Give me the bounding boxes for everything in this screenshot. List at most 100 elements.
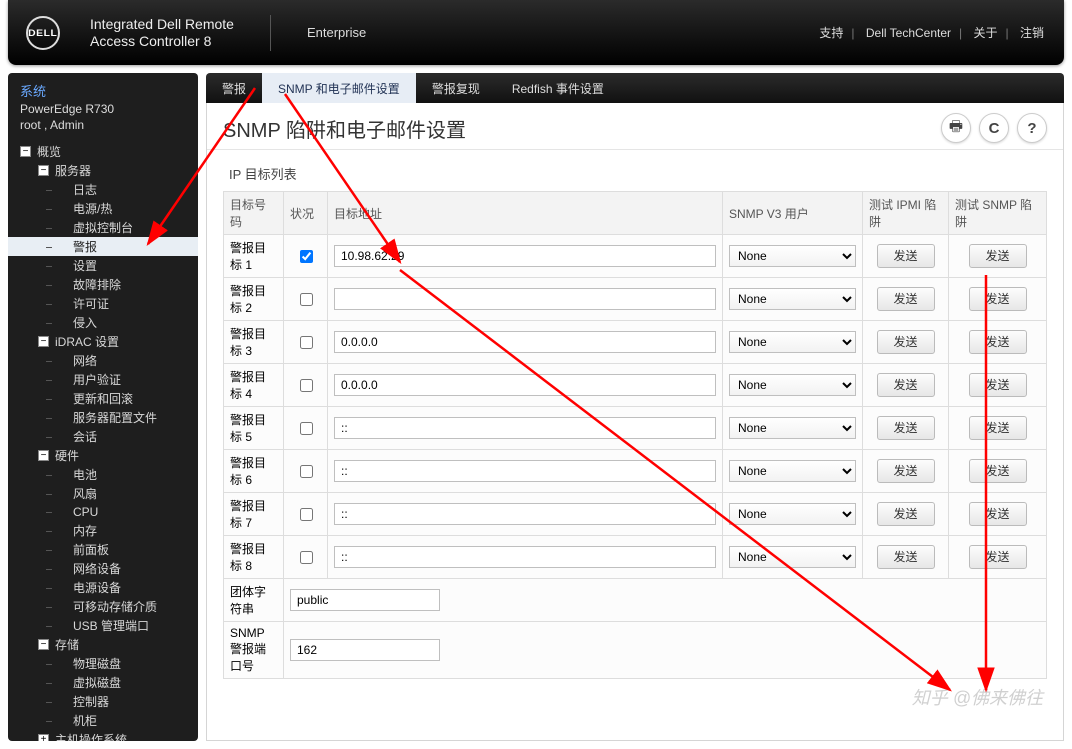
dest-address-input[interactable]	[334, 331, 716, 353]
tree-toggle-icon[interactable]: −	[20, 146, 31, 157]
refresh-button[interactable]: C	[979, 113, 1009, 143]
nav-会话[interactable]: 会话	[8, 427, 198, 446]
nav-许可证[interactable]: 许可证	[8, 294, 198, 313]
dest-address-input[interactable]	[334, 546, 716, 568]
test-ipmi-button[interactable]: 发送	[877, 416, 935, 440]
test-ipmi-button[interactable]: 发送	[877, 373, 935, 397]
tree-toggle-icon[interactable]: −	[38, 336, 49, 347]
snmp-user-select[interactable]: None	[729, 374, 856, 396]
nav-label: 故障排除	[73, 276, 121, 293]
test-ipmi-button[interactable]: 发送	[877, 244, 935, 268]
nav-机柜[interactable]: 机柜	[8, 711, 198, 730]
nav-电源/热[interactable]: 电源/热	[8, 199, 198, 218]
test-ipmi-button[interactable]: 发送	[877, 459, 935, 483]
nav-用户验证[interactable]: 用户验证	[8, 370, 198, 389]
dest-enable-checkbox[interactable]	[300, 336, 313, 349]
link-techcenter[interactable]: Dell TechCenter	[866, 26, 951, 40]
dest-address-input[interactable]	[334, 503, 716, 525]
nav-label: 会话	[73, 428, 97, 445]
link-support[interactable]: 支持	[819, 26, 843, 40]
tab-Redfish 事件设置[interactable]: Redfish 事件设置	[496, 73, 620, 103]
dest-row-3: 警报目标 3None发送发送	[224, 321, 1047, 364]
nav-CPU[interactable]: CPU	[8, 503, 198, 521]
dest-row-4: 警报目标 4 None 发送 发送	[224, 364, 1047, 407]
dest-name: 警报目标 4	[224, 364, 284, 407]
nav-电源设备[interactable]: 电源设备	[8, 578, 198, 597]
nav-故障排除[interactable]: 故障排除	[8, 275, 198, 294]
nav-硬件[interactable]: −硬件	[8, 446, 198, 465]
nav-警报[interactable]: 警报	[8, 237, 198, 256]
test-ipmi-button[interactable]: 发送	[877, 502, 935, 526]
nav-网络[interactable]: 网络	[8, 351, 198, 370]
help-button[interactable]: ?	[1017, 113, 1047, 143]
tree-toggle-icon[interactable]: −	[38, 165, 49, 176]
dest-address-input[interactable]	[334, 374, 716, 396]
nav-iDRAC 设置[interactable]: −iDRAC 设置	[8, 332, 198, 351]
nav-前面板[interactable]: 前面板	[8, 540, 198, 559]
test-ipmi-button[interactable]: 发送	[877, 287, 935, 311]
nav-存储[interactable]: −存储	[8, 635, 198, 654]
sidebar-system-label: 系统	[20, 81, 188, 100]
tab-SNMP 和电子邮件设置[interactable]: SNMP 和电子邮件设置	[262, 73, 416, 103]
test-snmp-button[interactable]: 发送	[969, 287, 1027, 311]
dest-address-input[interactable]	[334, 245, 716, 267]
dest-enable-checkbox[interactable]	[300, 422, 313, 435]
dest-enable-checkbox[interactable]	[300, 293, 313, 306]
snmp-user-select[interactable]: None	[729, 245, 856, 267]
test-snmp-button[interactable]: 发送	[969, 545, 1027, 569]
test-snmp-button[interactable]: 发送	[969, 502, 1027, 526]
community-string-input[interactable]	[290, 589, 440, 611]
tree-toggle-icon[interactable]: +	[38, 734, 49, 741]
nav-日志[interactable]: 日志	[8, 180, 198, 199]
dest-address-input[interactable]	[334, 417, 716, 439]
dest-address-input[interactable]	[334, 288, 716, 310]
test-snmp-button[interactable]: 发送	[969, 330, 1027, 354]
test-snmp-button[interactable]: 发送	[969, 373, 1027, 397]
snmp-user-select[interactable]: None	[729, 417, 856, 439]
snmp-user-select[interactable]: None	[729, 331, 856, 353]
tab-警报[interactable]: 警报	[206, 73, 262, 103]
nav-服务器配置文件[interactable]: 服务器配置文件	[8, 408, 198, 427]
snmp-user-select[interactable]: None	[729, 503, 856, 525]
nav-服务器[interactable]: −服务器	[8, 161, 198, 180]
snmp-port-input[interactable]	[290, 639, 440, 661]
tree-toggle-icon[interactable]: −	[38, 639, 49, 650]
dest-row-6: 警报目标 6None发送发送	[224, 450, 1047, 493]
snmp-user-select[interactable]: None	[729, 546, 856, 568]
nav-电池[interactable]: 电池	[8, 465, 198, 484]
nav-侵入[interactable]: 侵入	[8, 313, 198, 332]
dest-address-input[interactable]	[334, 460, 716, 482]
nav-网络设备[interactable]: 网络设备	[8, 559, 198, 578]
test-ipmi-button[interactable]: 发送	[877, 545, 935, 569]
nav-控制器[interactable]: 控制器	[8, 692, 198, 711]
snmp-user-select[interactable]: None	[729, 460, 856, 482]
test-snmp-button[interactable]: 发送	[969, 244, 1027, 268]
test-snmp-button[interactable]: 发送	[969, 416, 1027, 440]
test-ipmi-button[interactable]: 发送	[877, 330, 935, 354]
dest-enable-checkbox[interactable]	[300, 508, 313, 521]
link-about[interactable]: 关于	[974, 26, 998, 40]
nav-虚拟磁盘[interactable]: 虚拟磁盘	[8, 673, 198, 692]
nav-可移动存储介质[interactable]: 可移动存储介质	[8, 597, 198, 616]
nav-label: 网络	[73, 352, 97, 369]
tab-警报复现[interactable]: 警报复现	[416, 73, 496, 103]
dest-enable-checkbox[interactable]	[300, 551, 313, 564]
nav-更新和回滚[interactable]: 更新和回滚	[8, 389, 198, 408]
dest-enable-checkbox[interactable]	[300, 379, 313, 392]
nav-内存[interactable]: 内存	[8, 521, 198, 540]
nav-物理磁盘[interactable]: 物理磁盘	[8, 654, 198, 673]
nav-USB 管理端口[interactable]: USB 管理端口	[8, 616, 198, 635]
nav-概览[interactable]: −概览	[8, 142, 198, 161]
tree-toggle-icon[interactable]: −	[38, 450, 49, 461]
nav-主机操作系统[interactable]: +主机操作系统	[8, 730, 198, 741]
dest-enable-checkbox[interactable]	[300, 465, 313, 478]
nav-设置[interactable]: 设置	[8, 256, 198, 275]
snmp-user-select[interactable]: None	[729, 288, 856, 310]
nav-虚拟控制台[interactable]: 虚拟控制台	[8, 218, 198, 237]
dest-enable-checkbox[interactable]	[300, 250, 313, 263]
nav-风扇[interactable]: 风扇	[8, 484, 198, 503]
dell-logo: DELL	[26, 16, 60, 50]
link-logout[interactable]: 注销	[1020, 26, 1044, 40]
print-button[interactable]: 🖶	[941, 113, 971, 143]
test-snmp-button[interactable]: 发送	[969, 459, 1027, 483]
